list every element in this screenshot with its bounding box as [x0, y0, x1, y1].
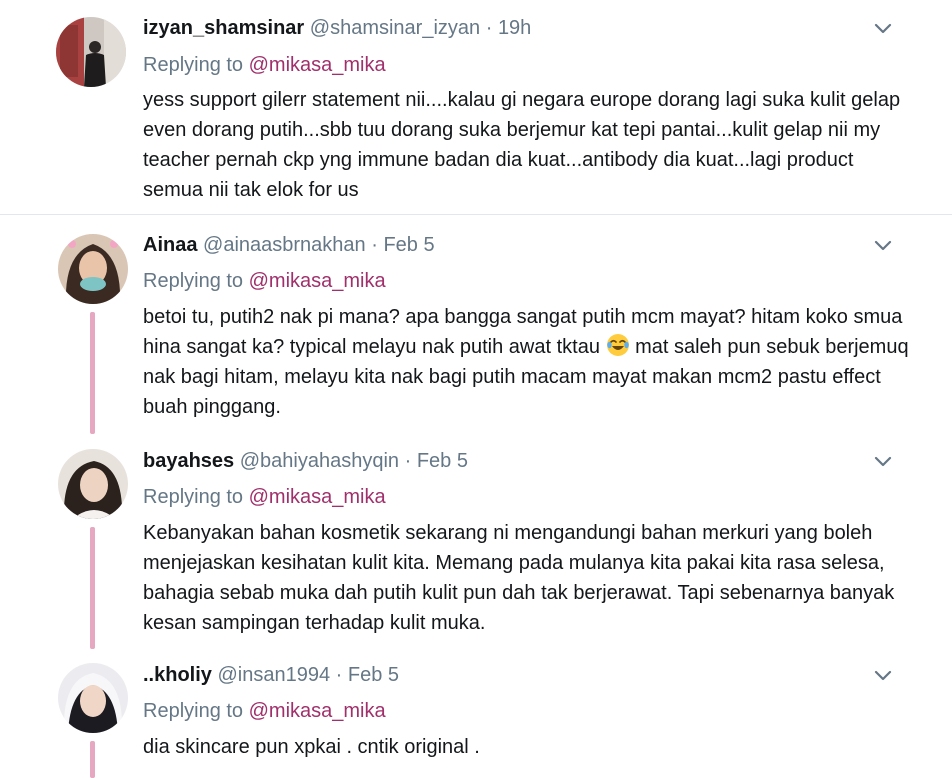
replying-to: Replying to @mikasa_mika [143, 268, 386, 294]
display-name[interactable]: ..kholiy [143, 664, 212, 686]
replying-to: Replying to @mikasa_mika [143, 484, 386, 510]
mention-link[interactable]: @mikasa_mika [249, 54, 386, 76]
replying-to: Replying to @mikasa_mika [143, 698, 386, 724]
display-name[interactable]: bayahses [143, 450, 234, 472]
avatar[interactable] [56, 17, 126, 87]
tweet-text: Kebanyakan bahan kosmetik sekarang ni me… [143, 522, 895, 634]
thread-line [90, 312, 95, 434]
divider [0, 214, 952, 215]
separator-dot: · [485, 17, 493, 39]
timestamp[interactable]: 19h [498, 17, 531, 39]
display-name[interactable]: izyan_shamsinar [143, 17, 304, 39]
replying-prefix: Replying to [143, 486, 244, 508]
chevron-down-icon[interactable] [872, 234, 894, 256]
separator-dot: · [404, 450, 412, 472]
thread-line [90, 741, 95, 778]
user-handle[interactable]: @insan1994 [217, 664, 330, 686]
avatar[interactable] [58, 449, 128, 519]
thread-line [90, 527, 95, 649]
chevron-down-icon[interactable] [872, 450, 894, 472]
user-handle[interactable]: @ainaasbrnakhan [203, 234, 366, 256]
chevron-down-icon[interactable] [872, 17, 894, 39]
tweet-header: ..kholiy @insan1994 · Feb 5 [143, 662, 399, 688]
mention-link[interactable]: @mikasa_mika [249, 270, 386, 292]
face-with-tears-of-joy-icon [606, 333, 630, 357]
tweet-text: yess support gilerr statement nii....kal… [143, 89, 901, 201]
chevron-down-icon[interactable] [872, 664, 894, 686]
mention-link[interactable]: @mikasa_mika [249, 700, 386, 722]
avatar[interactable] [58, 663, 128, 733]
user-handle[interactable]: @shamsinar_izyan [310, 17, 480, 39]
separator-dot: · [335, 664, 343, 686]
tweet-header: izyan_shamsinar @shamsinar_izyan · 19h [143, 15, 531, 41]
replying-prefix: Replying to [143, 700, 244, 722]
mention-link[interactable]: @mikasa_mika [249, 486, 386, 508]
replying-to: Replying to @mikasa_mika [143, 52, 386, 78]
tweet-text: dia skincare pun xpkai . cntik original … [143, 736, 480, 758]
user-handle[interactable]: @bahiyahashyqin [240, 450, 399, 472]
tweet-header: Ainaa @ainaasbrnakhan · Feb 5 [143, 232, 435, 258]
timestamp[interactable]: Feb 5 [417, 450, 468, 472]
timestamp[interactable]: Feb 5 [383, 234, 434, 256]
reply-thread: izyan_shamsinar @shamsinar_izyan · 19h R… [0, 0, 952, 778]
separator-dot: · [371, 234, 378, 256]
tweet-header: bayahses @bahiyahashyqin · Feb 5 [143, 448, 468, 474]
replying-prefix: Replying to [143, 54, 244, 76]
tweet-text: betoi tu, putih2 nak pi mana? apa bangga… [143, 302, 913, 422]
avatar[interactable] [58, 234, 128, 304]
replying-prefix: Replying to [143, 270, 244, 292]
timestamp[interactable]: Feb 5 [348, 664, 399, 686]
display-name[interactable]: Ainaa [143, 234, 197, 256]
